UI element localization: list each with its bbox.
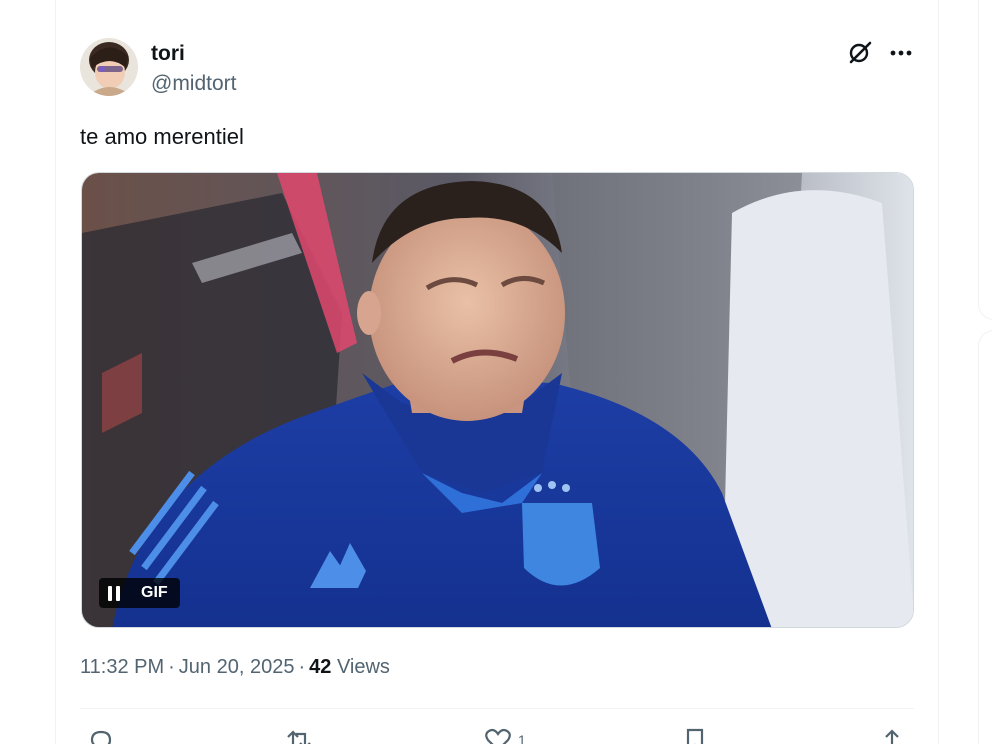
views-label: Views — [336, 656, 390, 678]
reply-icon — [90, 730, 112, 744]
author-handle[interactable]: @midtort — [151, 72, 237, 96]
gif-badge: GIF — [129, 578, 180, 608]
like-button[interactable]: 1 — [484, 728, 526, 744]
sidebar-card-2 — [978, 330, 992, 744]
share-icon — [885, 729, 899, 744]
tweet-gif[interactable] — [81, 172, 914, 628]
actions-divider — [80, 708, 914, 709]
tweet-date[interactable]: Jun 20, 2025 — [179, 656, 295, 678]
repost-icon — [287, 730, 311, 744]
pause-icon[interactable] — [99, 578, 129, 608]
tweet-text: te amo merentiel — [80, 124, 244, 149]
more-horizontal-icon[interactable] — [887, 40, 915, 66]
grok-icon[interactable] — [847, 40, 873, 66]
avatar-image — [80, 38, 138, 96]
gif-controls: GIF — [99, 578, 180, 608]
like-icon — [485, 728, 511, 744]
bookmark-button[interactable] — [684, 728, 706, 744]
author-avatar[interactable] — [80, 38, 138, 96]
sidebar-card — [978, 0, 992, 320]
like-count: 1 — [518, 732, 526, 744]
bookmark-icon — [686, 728, 704, 744]
tweet-meta: 11:32 PM · Jun 20, 2025 · 42 Views — [80, 656, 390, 678]
share-button[interactable] — [880, 728, 904, 744]
views-count: 42 — [309, 656, 332, 678]
tweet-time[interactable]: 11:32 PM — [80, 656, 164, 678]
tweet: tori @midtort te amo merentiel GIF 11:32… — [56, 0, 938, 744]
reply-button[interactable] — [88, 728, 114, 744]
repost-button[interactable] — [284, 728, 314, 744]
timeline-right-border — [938, 0, 939, 744]
author-name[interactable]: tori — [151, 42, 185, 66]
gif-frame-image — [82, 173, 913, 627]
